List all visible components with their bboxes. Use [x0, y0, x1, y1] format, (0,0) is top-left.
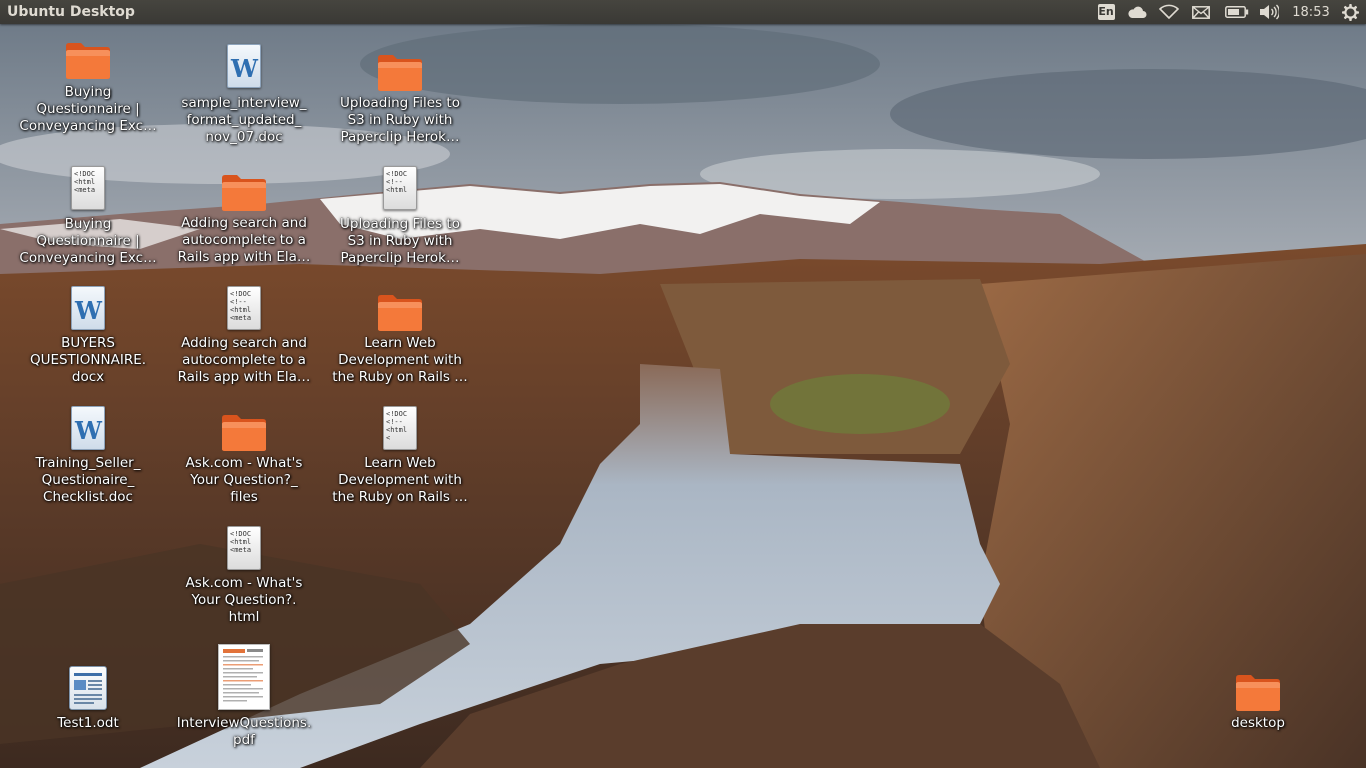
- desktop-icon-label: Buying Questionnaire | Conveyancing Exc…: [19, 84, 157, 134]
- desktop-icon-label: Learn Web Development with the Ruby on R…: [332, 455, 468, 505]
- messaging-indicator[interactable]: [1190, 0, 1212, 24]
- folder-icon: [378, 55, 422, 91]
- desktop-icon-html-file[interactable]: <!DOC <!-- <html < Learn Web Development…: [330, 406, 470, 506]
- battery-icon: [1225, 6, 1249, 18]
- desktop-icon-label: Test1.odt: [57, 715, 119, 731]
- folder-icon: [1236, 675, 1280, 711]
- desktop-icon-folder[interactable]: Buying Questionnaire | Conveyancing Exc…: [18, 40, 158, 140]
- desktop-icon-document[interactable]: W BUYERS QUESTIONNAIRE. docx: [18, 286, 158, 386]
- keyboard-layout-icon: En: [1097, 4, 1115, 20]
- desktop-icon-folder[interactable]: Learn Web Development with the Ruby on R…: [330, 294, 470, 394]
- html-file-icon: <!DOC <!-- <html <meta: [227, 286, 261, 330]
- folder-icon: [222, 415, 266, 451]
- desktop-icon-document[interactable]: W Training_Seller_ Questionaire_ Checkli…: [18, 406, 158, 506]
- active-window-title: Ubuntu Desktop: [7, 4, 135, 20]
- session-indicator[interactable]: [1339, 0, 1361, 24]
- desktop-icon-pdf[interactable]: InterviewQuestions. pdf: [174, 644, 314, 754]
- desktop-icon-label: desktop: [1231, 715, 1285, 731]
- volume-icon: [1260, 4, 1279, 20]
- desktop-icon-label: Uploading Files to S3 in Ruby with Paper…: [340, 216, 460, 266]
- desktop-icon-label: InterviewQuestions. pdf: [176, 715, 312, 748]
- sound-indicator[interactable]: [1258, 0, 1280, 24]
- desktop-icon-folder[interactable]: Adding search and autocomplete to a Rail…: [174, 174, 314, 274]
- network-indicator[interactable]: [1158, 0, 1180, 24]
- desktop-icon-document[interactable]: W sample_interview_ format_updated_ nov_…: [174, 44, 314, 145]
- desktop-icon-folder[interactable]: desktop: [1188, 674, 1328, 744]
- desktop-icon-label: Adding search and autocomplete to a Rail…: [177, 215, 311, 265]
- desktop-icon-label: BUYERS QUESTIONNAIRE. docx: [29, 335, 147, 385]
- html-file-icon: <!DOC <!-- <html <: [383, 406, 417, 450]
- desktop-icon-label: Ask.com - What's Your Question?_ files: [185, 455, 303, 505]
- pdf-document-icon: [218, 644, 270, 710]
- folder-icon: [66, 43, 110, 79]
- wifi-icon: [1159, 4, 1179, 20]
- folder-icon: [378, 295, 422, 331]
- desktop-icon-folder[interactable]: Ask.com - What's Your Question?_ files: [174, 414, 314, 514]
- clock: 18:53: [1292, 4, 1330, 20]
- desktop-icon-label: Buying Questionnaire | Conveyancing Exc…: [19, 216, 157, 266]
- cloud-indicator[interactable]: [1126, 0, 1148, 24]
- clock-indicator[interactable]: 18:53: [1288, 0, 1334, 24]
- battery-indicator[interactable]: [1224, 0, 1250, 24]
- word-document-icon: W: [227, 44, 261, 88]
- desktop-icon-label: Learn Web Development with the Ruby on R…: [332, 335, 468, 385]
- desktop-icon-label: Ask.com - What's Your Question?. html: [185, 575, 303, 625]
- desktop-icon-html-file[interactable]: <!DOC <!-- <html Uploading Files to S3 i…: [330, 166, 470, 266]
- desktop-icon-label: Training_Seller_ Questionaire_ Checklist…: [35, 455, 141, 505]
- desktop-icon-html-file[interactable]: <!DOC <html <meta Buying Questionnaire |…: [18, 166, 158, 266]
- html-file-icon: <!DOC <!-- <html: [383, 166, 417, 210]
- desktop-icon-label: sample_interview_ format_updated_ nov_07…: [181, 95, 307, 145]
- keyboard-layout-indicator[interactable]: En: [1096, 0, 1116, 24]
- word-document-icon: W: [71, 286, 105, 330]
- html-file-icon: <!DOC <html <meta: [71, 166, 105, 210]
- desktop-icon-document[interactable]: Test1.odt: [18, 664, 158, 734]
- desktop-icon-html-file[interactable]: <!DOC <html <meta Ask.com - What's Your …: [174, 526, 314, 626]
- desktop-icon-label: Adding search and autocomplete to a Rail…: [177, 335, 311, 385]
- desktop-icon-folder[interactable]: Uploading Files to S3 in Ruby with Paper…: [330, 54, 470, 154]
- desktop-icon-html-file[interactable]: <!DOC <!-- <html <meta Adding search and…: [174, 286, 314, 386]
- cloud-icon: [1128, 6, 1147, 18]
- top-panel: Ubuntu Desktop En 18:53: [0, 0, 1366, 24]
- gear-icon: [1341, 3, 1359, 21]
- desktop-icon-label: Uploading Files to S3 in Ruby with Paper…: [340, 95, 460, 145]
- odt-document-icon: [69, 666, 107, 710]
- folder-icon: [222, 175, 266, 211]
- html-file-icon: <!DOC <html <meta: [227, 526, 261, 570]
- word-document-icon: W: [71, 406, 105, 450]
- mail-icon: [1192, 5, 1210, 19]
